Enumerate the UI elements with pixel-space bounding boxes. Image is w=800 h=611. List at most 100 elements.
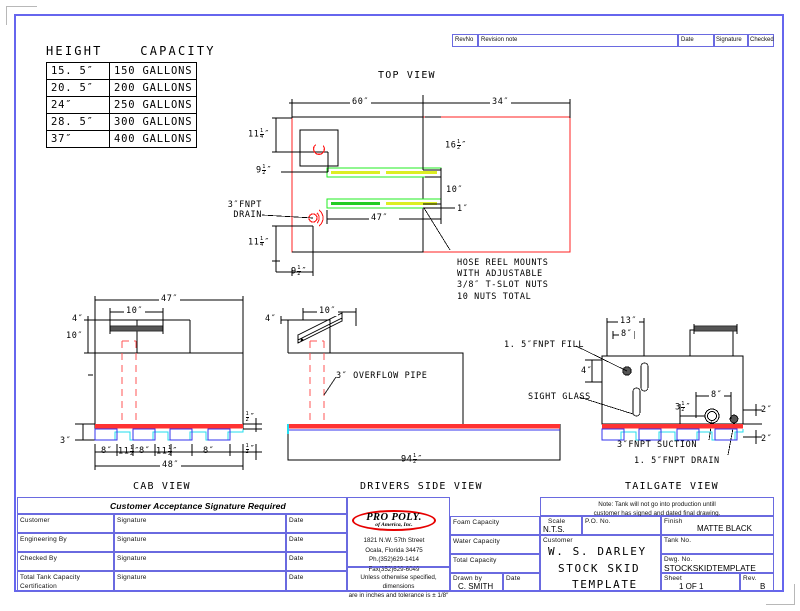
cell-capacity: 300 GALLONS [108,113,198,131]
cab-dim-half-right-2: 1 2 ″ [245,443,256,455]
callout-fnpt-fill: 1. 5″FNPT FILL [504,340,585,350]
capacity-header-capacity: CAPACITY [140,44,216,58]
value-finish: MATTE BLACK [697,524,752,533]
drv-dim-4: 4″ [265,314,277,324]
dim-11-25-den-b: 4 [259,241,264,248]
drawing-sheet: HEIGHT CAPACITY 15. 5″ 150 GALLONS 20. 5… [0,0,800,611]
address-line1: 1821 N.W. 57th Street [363,537,425,544]
callout-overflow-pipe: 3″ OVERFLOW PIPE [336,371,428,381]
table-row: 28. 5″ 300 GALLONS [46,113,198,131]
table-row: 37″ 400 GALLONS [46,130,198,148]
logo-subtitle: of America, Inc. [375,522,413,528]
value-scale: N.T.S. [543,525,565,534]
revision-label-revno: RevNo [455,37,474,43]
label-tank-no: Tank No. [664,537,692,544]
cell-height: 37″ [46,130,110,148]
drv-dim-94-5-den: 2 [412,458,417,465]
tolerance-note-line2: are in inches and tolerance is ± 1/8″ [348,592,449,600]
dim-9-5-top: 9 1 2 ″ [256,164,273,176]
cell-capacity: 250 GALLONS [108,96,198,114]
label-scale: Scale [548,518,566,525]
tolerance-note-line1: Unless otherwise specified, dimensions [360,574,437,591]
callout-fnpt-suction: 3″FNPT SUCTION [617,440,698,450]
label-checked-signature: Signature [117,555,147,562]
revision-label-note: Revision note [481,37,518,43]
capacity-header-height: HEIGHT [46,44,103,58]
view-title-drivers: DRIVERS SIDE VIEW [360,481,483,492]
value-customer-line3: TEMPLATE [572,578,638,591]
label-date: Date [506,575,521,582]
acceptance-banner-text: Customer Acceptance Signature Required [110,501,286,511]
dim-10-topview: 10″ [446,185,464,195]
label-customer-title: Customer [543,537,573,544]
cab-dim-11-5a: 11 1 2 ″ [118,445,140,457]
dim-16-5-den: 2 [456,144,461,151]
callout-reel-line1: HOSE REEL MOUNTS [457,258,549,268]
label-customer: Customer [20,517,50,524]
dim-11-25-whole-a: 11 [248,129,260,140]
dim-47-topview: 47″ [371,213,389,223]
cell-capacity: 200 GALLONS [108,79,198,97]
label-capacity-date: Date [289,574,304,581]
label-engineering-by: Engineering By [20,536,67,543]
tg-dim-13: 13″ [618,316,640,327]
tg-dim-4: 4″ [581,366,593,376]
cab-half-r2-den: 2 [245,448,250,455]
cell-height: 24″ [46,96,110,114]
label-checked-by: Checked By [20,555,58,562]
tg-dim-3-5-den: 2 [681,406,685,413]
tg-dim-2a: 2″ [761,405,773,415]
revision-label-signature: Signature [716,37,742,43]
cab-dim-47: 47″ [159,294,181,305]
callout-reel-line2: WITH ADJUSTABLE [457,269,543,280]
cab-dim-11-5a-den: 2 [129,450,134,457]
pro-poly-logo: PRO POLY. of America, Inc. [352,508,436,534]
address-line2: Ocala, Florida 34475 [365,546,423,554]
table-row: 24″ 250 GALLONS [46,96,198,114]
label-checked-date: Date [289,555,304,562]
cab-dim-8a: 8″ [101,446,113,456]
label-total-tank-capacity-line2: Certification [20,583,57,590]
dim-60: 60″ [350,97,372,108]
dim-34: 34″ [490,97,512,108]
label-customer-signature: Signature [117,517,147,524]
label-total-tank-capacity-line1: Total Tank Capacity [20,574,81,581]
tg-dim-2b: 2″ [761,434,773,444]
revision-label-checked: Checked [750,37,774,43]
cab-dim-10-top: 10″ [124,306,146,317]
label-engineering-signature: Signature [117,536,147,543]
callout-reel-line4: 10 NUTS TOTAL [457,291,532,302]
tg-dim-3-5: 3 1 2 ″ [675,401,692,413]
cab-dim-8b: 8″ [139,446,151,456]
cab-dim-11-5b: 11 1 2 ″ [156,445,178,457]
cab-dim-half-right-1: 1 2 ″ [245,411,256,423]
cab-dim-10-left: 10″ [66,331,84,341]
value-rev: B [760,582,766,591]
cell-height: 20. 5″ [46,79,110,97]
dim-9-5-den-b: 2 [297,270,301,277]
cab-dim-11-5b-den: 2 [167,450,172,457]
capacity-table-header: HEIGHT CAPACITY [46,44,216,59]
table-row: 20. 5″ 200 GALLONS [46,79,198,97]
callout-reel-line3: 3/8″ T-SLOT NUTS [457,280,549,291]
view-title-top: TOP VIEW [378,70,436,81]
dim-9-5-bottom: 9 1 2 ″ [291,265,308,277]
cell-height: 15. 5″ [46,62,110,80]
cab-dim-8c: 8″ [203,446,215,456]
cell-capacity: 400 GALLONS [108,130,198,148]
value-drawn-by: C. SMITH [458,582,494,591]
drv-dim-94-5-whole: 94 [401,454,413,465]
callout-fnpt-drain-line1: 3″FNPT [227,200,262,210]
tolerance-note: Unless otherwise specified, dimensions a… [348,573,449,600]
dim-11-25-whole-b: 11 [248,237,260,248]
label-total-capacity: Total Capacity [453,557,497,564]
tg-dim-8-top: 8″ [619,329,635,340]
value-sheet: 1 OF 1 [679,582,704,591]
tg-dim-8-right: 8″ [709,390,725,401]
value-customer-line1: W. S. DARLEY [548,545,647,558]
label-dwg-no: Dwg. No. [664,556,693,563]
label-customer-date: Date [289,517,304,524]
value-dwg-no: STOCKSKIDTEMPLATE [664,563,756,573]
dim-16-5-whole: 16 [445,140,457,151]
address-line3: Ph.(352)629-1414 [369,556,419,564]
